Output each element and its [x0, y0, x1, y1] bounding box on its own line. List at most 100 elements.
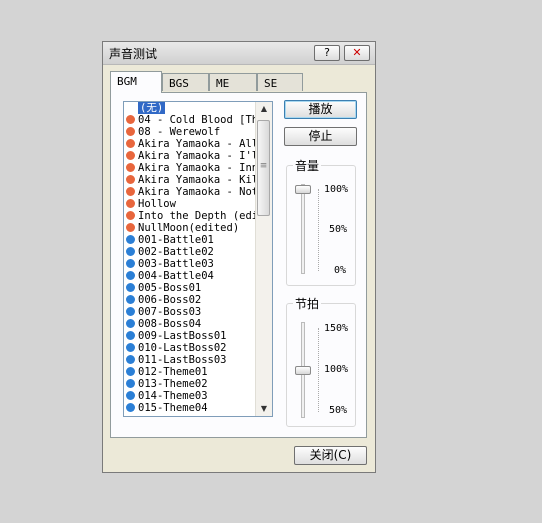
audio-file-icon [126, 367, 135, 376]
list-item-label: 015-Theme04 [138, 402, 208, 414]
audio-file-icon [126, 175, 135, 184]
list-item[interactable]: 013-Theme02 [124, 378, 256, 390]
list-item-label: 008-Boss04 [138, 318, 202, 330]
audio-file-icon [126, 259, 135, 268]
pitch-group: 节拍 150% 100% 50% [286, 295, 356, 427]
list-item-label: Into the Depth (edi [138, 210, 256, 222]
scroll-up-icon[interactable]: ▲ [256, 102, 272, 116]
list-item[interactable]: Hollow [124, 198, 256, 210]
audio-file-icon [126, 283, 135, 292]
list-item-label: Hollow [138, 198, 176, 210]
stop-button[interactable]: 停止 [284, 127, 357, 146]
audio-file-icon [126, 223, 135, 232]
audio-file-icon [126, 379, 135, 388]
pitch-tick-label: 100% [324, 364, 349, 375]
list-item[interactable]: 005-Boss01 [124, 282, 256, 294]
audio-file-icon [126, 115, 135, 124]
list-item-label: Akira Yamaoka - I'l [138, 150, 256, 162]
list-item[interactable]: (无) [124, 102, 256, 114]
list-item[interactable]: 004-Battle04 [124, 270, 256, 282]
list-item[interactable]: NullMoon(edited) [124, 222, 256, 234]
audio-file-icon [126, 163, 135, 172]
track-list[interactable]: (无) 04 - Cold Blood [Th 08 - Werewolf Akira… [123, 101, 273, 417]
tab-me[interactable]: ME [209, 73, 257, 91]
track-list-items: (无) 04 - Cold Blood [Th 08 - Werewolf Akira… [124, 102, 256, 414]
help-button[interactable]: ? [314, 45, 340, 61]
audio-file-icon [126, 199, 135, 208]
audio-file-icon [126, 187, 135, 196]
audio-file-icon [126, 247, 135, 256]
list-item[interactable]: 014-Theme03 [124, 390, 256, 402]
list-item[interactable]: 002-Battle02 [124, 246, 256, 258]
list-item-label: 003-Battle03 [138, 258, 214, 270]
list-item[interactable]: Akira Yamaoka - All [124, 138, 256, 150]
list-item[interactable]: Into the Depth (edi [124, 210, 256, 222]
list-item-label: Akira Yamaoka - All [138, 138, 256, 150]
list-item-label: 007-Boss03 [138, 306, 202, 318]
list-item-label: NullMoon(edited) [138, 222, 240, 234]
volume-track [301, 184, 305, 274]
pitch-slider-thumb[interactable] [295, 366, 311, 375]
list-item-label: 08 - Werewolf [138, 126, 221, 138]
list-item[interactable]: 012-Theme01 [124, 366, 256, 378]
audio-file-icon [126, 127, 135, 136]
audio-file-icon [126, 307, 135, 316]
list-item[interactable]: 007-Boss03 [124, 306, 256, 318]
tab-panel: (无) 04 - Cold Blood [Th 08 - Werewolf Akira… [110, 92, 367, 438]
title-bar: 声音测试 ? ✕ [103, 42, 375, 65]
scroll-thumb[interactable]: ≡ [257, 120, 270, 216]
track-list-scrollbar[interactable]: ▲ ≡ ▼ [255, 102, 272, 416]
window-title: 声音测试 [109, 47, 158, 61]
list-item-label: 010-LastBoss02 [138, 342, 227, 354]
list-item[interactable]: 04 - Cold Blood [Th [124, 114, 256, 126]
volume-slider-thumb[interactable] [295, 185, 311, 194]
list-item[interactable]: 015-Theme04 [124, 402, 256, 414]
pitch-label: 节拍 [293, 295, 322, 312]
list-item[interactable]: 008-Boss04 [124, 318, 256, 330]
list-item-label: 04 - Cold Blood [Th [138, 114, 256, 126]
list-item[interactable]: 001-Battle01 [124, 234, 256, 246]
audio-file-icon [126, 403, 135, 412]
list-item-label: (无) [138, 102, 166, 114]
list-item[interactable]: Akira Yamaoka - Inn [124, 162, 256, 174]
tab-bgs[interactable]: BGS [162, 73, 209, 91]
list-item-label: 011-LastBoss03 [138, 354, 227, 366]
list-item[interactable]: 006-Boss02 [124, 294, 256, 306]
audio-file-icon [126, 139, 135, 148]
pitch-tick-label: 150% [324, 323, 349, 334]
tab-se[interactable]: SE [257, 73, 303, 91]
sound-test-dialog: 声音测试 ? ✕ BGM BGS ME SE (无) 04 - Cold Bloo… [102, 41, 376, 473]
list-item[interactable]: 010-LastBoss02 [124, 342, 256, 354]
list-item[interactable]: 003-Battle03 [124, 258, 256, 270]
list-item-label: 014-Theme03 [138, 390, 208, 402]
list-item[interactable]: 011-LastBoss03 [124, 354, 256, 366]
list-item[interactable]: Akira Yamaoka - Kil [124, 174, 256, 186]
volume-label: 音量 [293, 157, 322, 174]
pitch-ticks [318, 328, 323, 412]
close-button[interactable]: 关闭(C) [294, 446, 367, 465]
audio-file-icon [126, 295, 135, 304]
audio-file-icon [126, 343, 135, 352]
volume-tick-label: 100% [324, 184, 349, 195]
list-item[interactable]: 009-LastBoss01 [124, 330, 256, 342]
list-item-label: 013-Theme02 [138, 378, 208, 390]
audio-file-icon [126, 235, 135, 244]
list-item[interactable]: 08 - Werewolf [124, 126, 256, 138]
audio-file-icon [126, 271, 135, 280]
list-item-label: 009-LastBoss01 [138, 330, 227, 342]
tab-bgm[interactable]: BGM [110, 71, 162, 93]
list-item-label: 004-Battle04 [138, 270, 214, 282]
audio-file-icon [126, 151, 135, 160]
volume-ticks [318, 189, 323, 271]
play-button[interactable]: 播放 [284, 100, 357, 119]
volume-tick-label: 50% [329, 224, 348, 235]
list-item[interactable]: Akira Yamaoka - Not [124, 186, 256, 198]
list-item-label: Akira Yamaoka - Kil [138, 174, 256, 186]
scroll-down-icon[interactable]: ▼ [256, 402, 272, 416]
list-item[interactable]: Akira Yamaoka - I'l [124, 150, 256, 162]
list-item-label: 001-Battle01 [138, 234, 214, 246]
close-window-button[interactable]: ✕ [344, 45, 370, 61]
grip-icon: ≡ [259, 161, 268, 171]
audio-file-icon [126, 355, 135, 364]
volume-group: 音量 100% 50% 0% [286, 157, 356, 286]
